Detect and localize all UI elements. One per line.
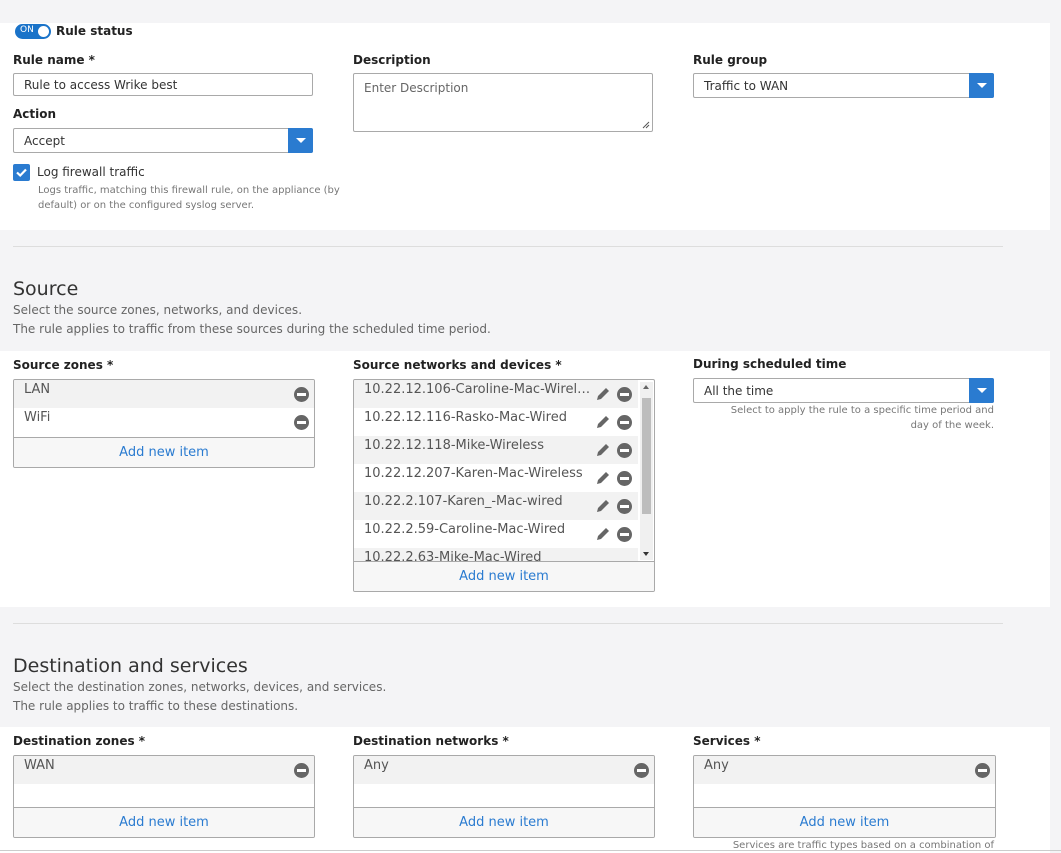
add-new-item-link[interactable]: Add new item bbox=[119, 445, 209, 460]
list-item: Any bbox=[694, 756, 995, 784]
source-desc-2: The rule applies to traffic from these s… bbox=[13, 322, 491, 336]
log-help-line-2: default) or on the configured syslog ser… bbox=[38, 200, 255, 211]
service-label: Any bbox=[704, 758, 729, 773]
scrollbar-thumb[interactable] bbox=[642, 398, 651, 514]
bottom-border bbox=[0, 850, 1061, 851]
zone-label: WiFi bbox=[24, 410, 51, 425]
add-item-footer: Add new item bbox=[14, 807, 314, 837]
edit-pencil-icon[interactable] bbox=[595, 414, 611, 430]
remove-icon[interactable] bbox=[294, 387, 309, 402]
destination-zones-list: WAN Add new item bbox=[13, 755, 315, 838]
rule-name-input[interactable]: Rule to access Wrike best bbox=[13, 73, 313, 96]
destination-desc-2: The rule applies to traffic to these des… bbox=[13, 699, 299, 713]
schedule-value: All the time bbox=[704, 383, 774, 398]
services-label: Services * bbox=[693, 734, 761, 748]
destination-networks-label: Destination networks * bbox=[353, 734, 509, 748]
add-new-item-link[interactable]: Add new item bbox=[459, 569, 549, 584]
toggle-on-label: ON bbox=[20, 25, 34, 35]
divider bbox=[13, 623, 1003, 624]
add-item-footer: Add new item bbox=[14, 437, 314, 467]
chevron-down-icon[interactable] bbox=[969, 73, 994, 98]
source-networks-list: 10.22.12.106-Caroline-Mac-Wirel… 10.22.1… bbox=[353, 379, 655, 592]
network-label: 10.22.12.207-Karen-Mac-Wireless bbox=[364, 466, 583, 481]
services-list: Any Add new item bbox=[693, 755, 996, 838]
log-traffic-checkbox[interactable] bbox=[13, 164, 30, 181]
source-zones-list: LAN WiFi Add new item bbox=[13, 379, 315, 468]
rule-status-toggle[interactable]: ON bbox=[15, 24, 51, 39]
network-label: 10.22.12.118-Mike-Wireless bbox=[364, 438, 544, 453]
edit-pencil-icon[interactable] bbox=[595, 470, 611, 486]
rule-name-label: Rule name * bbox=[13, 53, 95, 67]
remove-icon[interactable] bbox=[617, 499, 632, 514]
destination-zones-label: Destination zones * bbox=[13, 734, 146, 748]
list-item: WAN bbox=[14, 756, 314, 784]
action-select[interactable]: Accept bbox=[13, 128, 313, 153]
remove-icon[interactable] bbox=[617, 415, 632, 430]
network-label: 10.22.2.107-Karen_-Mac-wired bbox=[364, 494, 563, 509]
zone-label: LAN bbox=[24, 382, 51, 397]
list-item: WiFi bbox=[14, 408, 314, 436]
source-zones-label: Source zones * bbox=[13, 358, 114, 372]
remove-icon[interactable] bbox=[617, 443, 632, 458]
network-label: 10.22.12.106-Caroline-Mac-Wirel… bbox=[364, 382, 591, 397]
description-label: Description bbox=[353, 53, 431, 67]
scroll-up-arrow[interactable] bbox=[643, 385, 649, 389]
add-new-item-link[interactable]: Add new item bbox=[119, 815, 209, 830]
edit-pencil-icon[interactable] bbox=[595, 498, 611, 514]
schedule-select[interactable]: All the time bbox=[693, 378, 994, 403]
source-title: Source bbox=[13, 278, 79, 300]
action-label: Action bbox=[13, 107, 57, 121]
destination-networks-list: Any Add new item bbox=[353, 755, 655, 838]
add-item-footer: Add new item bbox=[694, 807, 995, 837]
scrollbar[interactable] bbox=[640, 382, 653, 560]
source-desc-1: Select the source zones, networks, and d… bbox=[13, 303, 303, 317]
remove-icon[interactable] bbox=[975, 763, 990, 778]
chevron-down-icon[interactable] bbox=[969, 378, 994, 403]
remove-icon[interactable] bbox=[617, 527, 632, 542]
add-item-footer: Add new item bbox=[354, 561, 654, 591]
remove-icon[interactable] bbox=[634, 763, 649, 778]
remove-icon[interactable] bbox=[617, 471, 632, 486]
edit-pencil-icon[interactable] bbox=[595, 526, 611, 542]
rule-name-value: Rule to access Wrike best bbox=[24, 77, 178, 92]
checkmark-icon bbox=[16, 168, 27, 178]
description-placeholder: Enter Description bbox=[364, 81, 469, 95]
schedule-help-line-2: day of the week. bbox=[910, 420, 994, 431]
description-textarea[interactable]: Enter Description bbox=[353, 73, 653, 132]
remove-icon[interactable] bbox=[617, 387, 632, 402]
add-item-footer: Add new item bbox=[354, 807, 654, 837]
destination-title: Destination and services bbox=[13, 655, 248, 677]
source-networks-label: Source networks and devices * bbox=[353, 358, 562, 372]
edit-pencil-icon[interactable] bbox=[595, 386, 611, 402]
action-value: Accept bbox=[24, 133, 65, 148]
destination-desc-1: Select the destination zones, networks, … bbox=[13, 680, 387, 694]
scroll-down-arrow[interactable] bbox=[643, 552, 649, 556]
edit-pencil-icon[interactable] bbox=[595, 442, 611, 458]
divider bbox=[13, 246, 1003, 247]
schedule-label: During scheduled time bbox=[693, 357, 847, 371]
add-new-item-link[interactable]: Add new item bbox=[800, 815, 890, 830]
rule-group-value: Traffic to WAN bbox=[704, 78, 789, 93]
log-traffic-label: Log firewall traffic bbox=[37, 165, 145, 179]
toggle-knob bbox=[38, 26, 49, 37]
rule-group-select[interactable]: Traffic to WAN bbox=[693, 73, 994, 98]
network-label: Any bbox=[364, 758, 389, 773]
network-label: 10.22.2.59-Caroline-Mac-Wired bbox=[364, 522, 566, 537]
schedule-help-line-1: Select to apply the rule to a specific t… bbox=[730, 405, 994, 416]
add-new-item-link[interactable]: Add new item bbox=[459, 815, 549, 830]
list-item: LAN bbox=[14, 380, 314, 408]
list-item: Any bbox=[354, 756, 654, 784]
remove-icon[interactable] bbox=[294, 415, 309, 430]
zone-label: WAN bbox=[24, 758, 55, 773]
log-traffic-help: Logs traffic, matching this firewall rul… bbox=[38, 183, 348, 213]
remove-icon[interactable] bbox=[294, 763, 309, 778]
schedule-help: Select to apply the rule to a specific t… bbox=[693, 403, 994, 433]
rule-status-label: Rule status bbox=[56, 24, 133, 38]
resize-handle-icon[interactable] bbox=[642, 121, 650, 129]
log-help-line-1: Logs traffic, matching this firewall rul… bbox=[38, 185, 340, 196]
list-item: 10.22.2.63-Mike-Mac-Wired bbox=[354, 548, 638, 562]
chevron-down-icon[interactable] bbox=[288, 128, 313, 153]
network-label: 10.22.12.116-Rasko-Mac-Wired bbox=[364, 410, 567, 425]
rule-group-label: Rule group bbox=[693, 53, 768, 67]
